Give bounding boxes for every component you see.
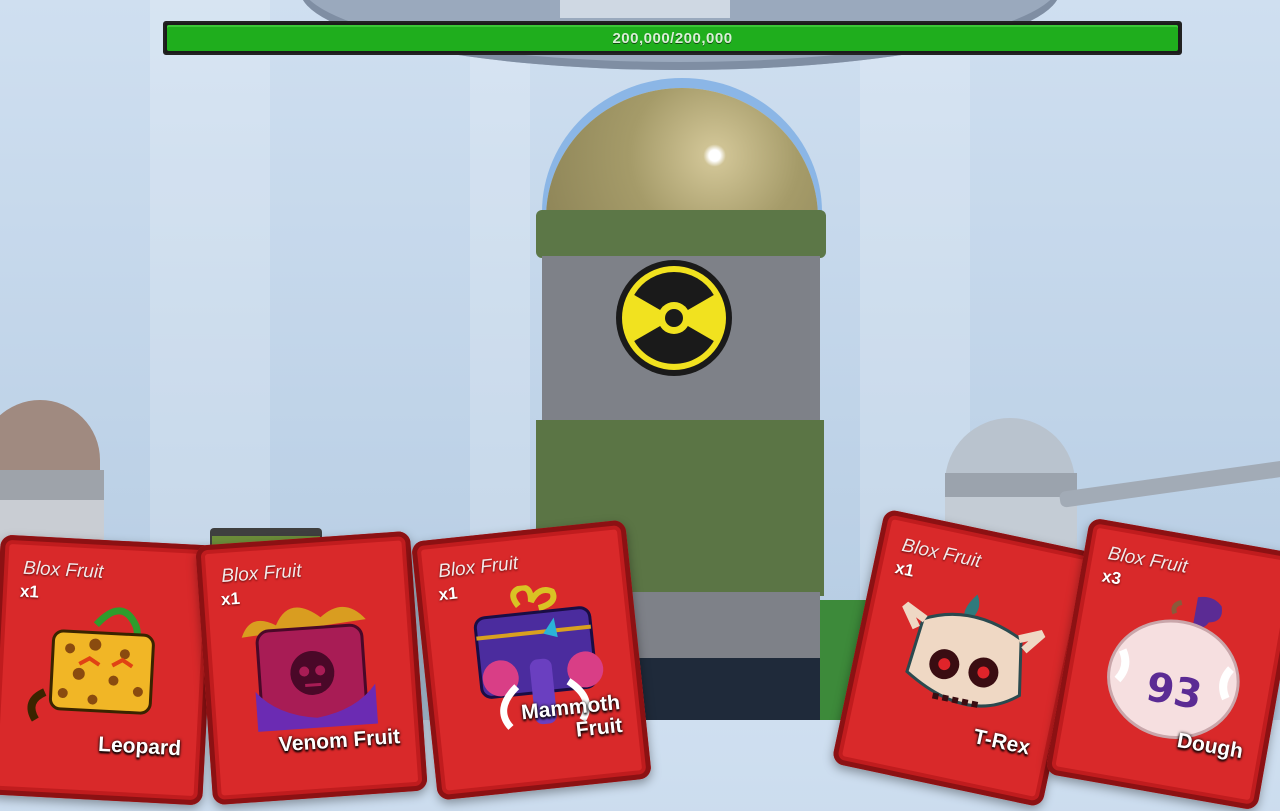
- card-brand: Blox Fruit: [220, 560, 303, 588]
- card-fruit-name: Leopard: [97, 732, 182, 761]
- radiation-icon: [616, 260, 732, 376]
- fruit-card-leopard: Blox Fruit x1 Leopard: [0, 534, 216, 806]
- venom-fruit-icon: [241, 606, 379, 732]
- pipe: [1058, 455, 1280, 508]
- leopard-fruit-icon: [27, 607, 155, 722]
- boss-health-bar: 200,000/200,000: [163, 21, 1182, 55]
- card-brand: Blox Fruit: [22, 557, 104, 583]
- fruit-card-venom: Blox Fruit x1 Venom Fruit: [195, 530, 428, 806]
- fruit-card-mammoth: Blox Fruit x1 Mammoth Fruit: [411, 519, 652, 801]
- card-brand: Blox Fruit: [437, 552, 520, 583]
- ceiling-window: [560, 0, 730, 18]
- svg-text:93: 93: [1143, 664, 1206, 719]
- health-text: 200,000/200,000: [612, 29, 733, 47]
